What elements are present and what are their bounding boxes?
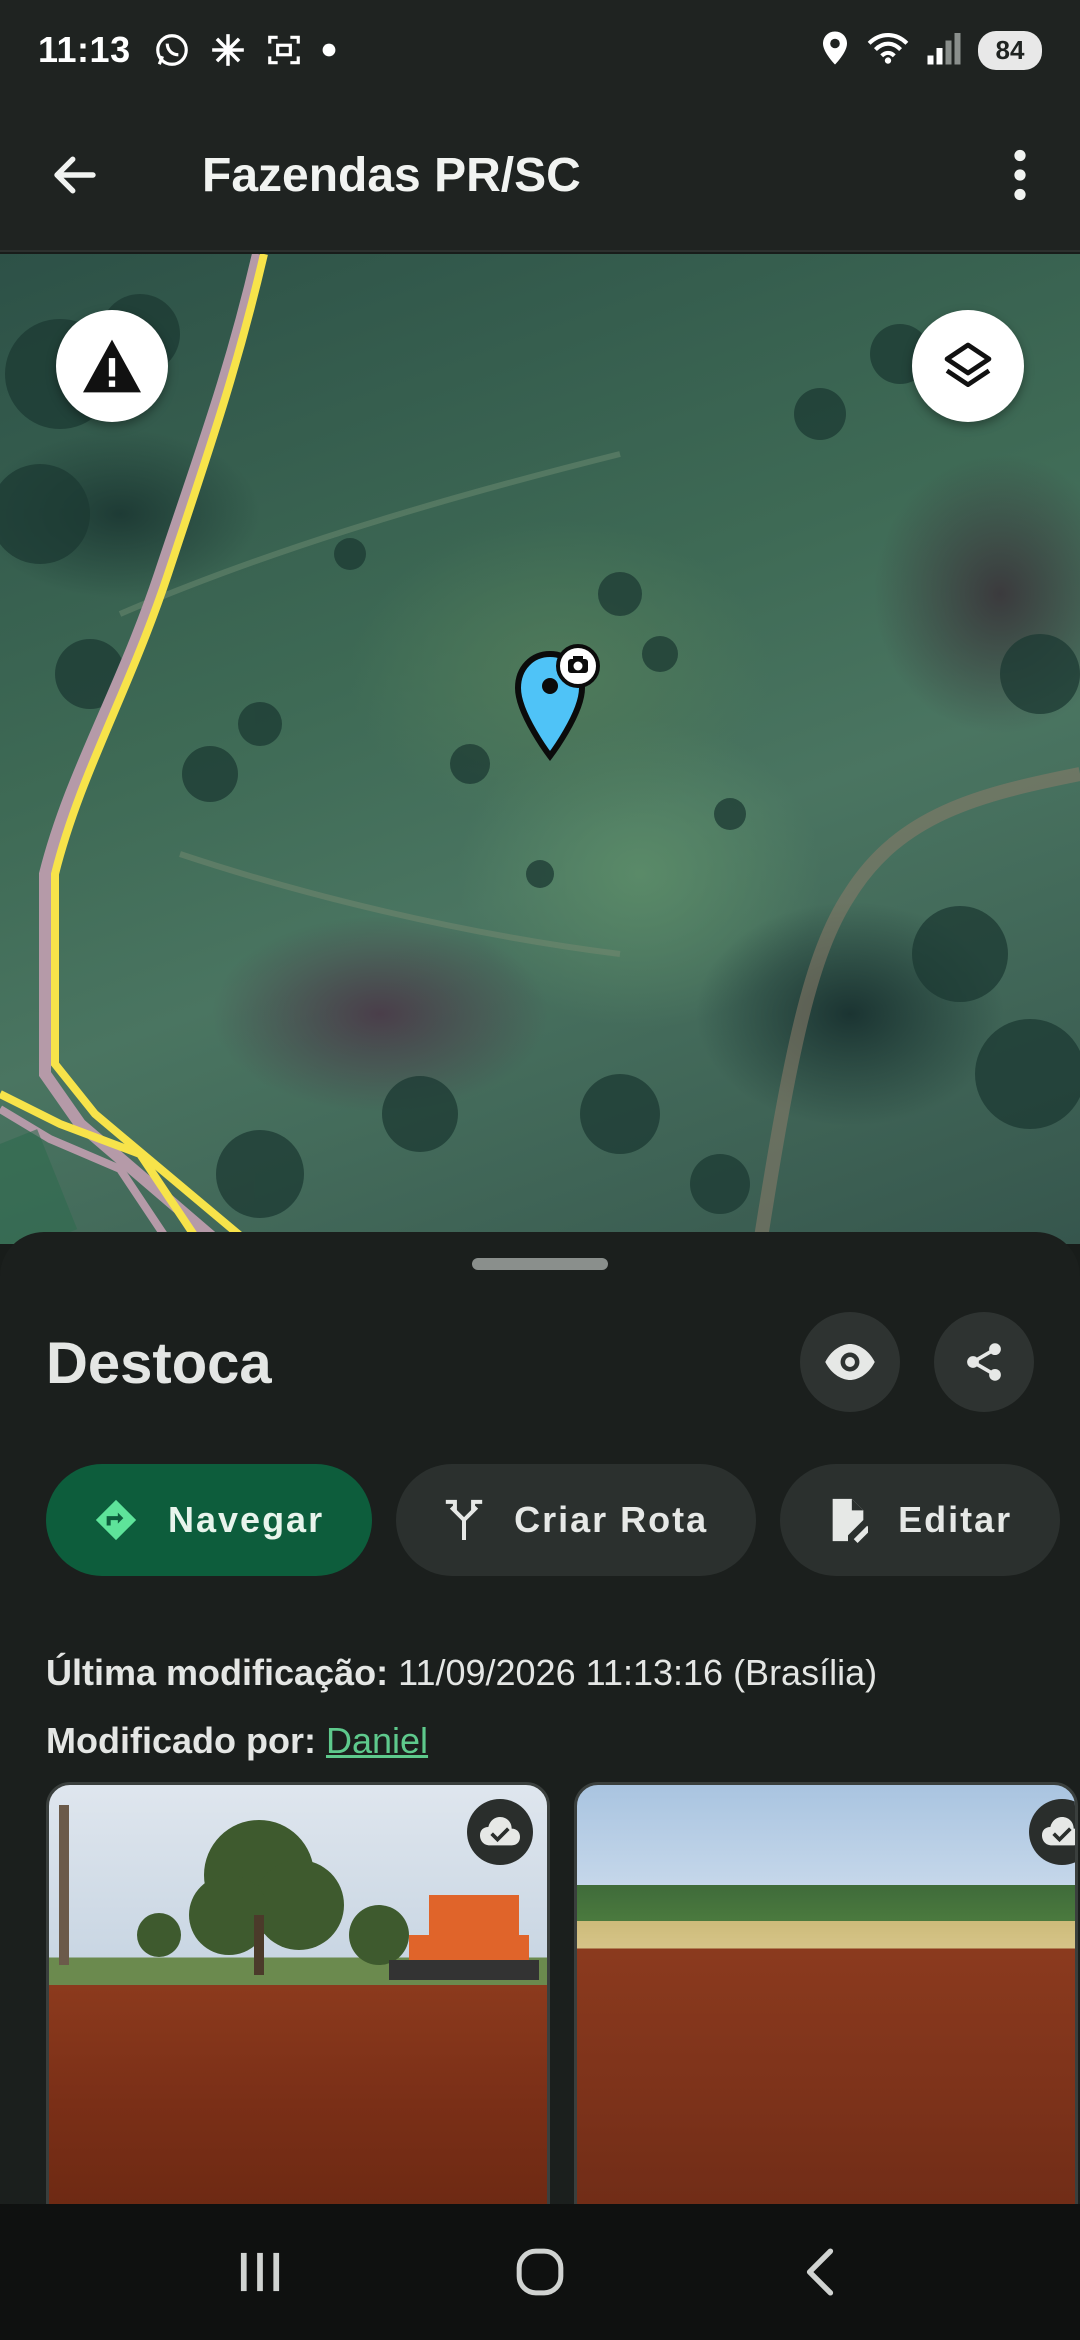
- share-button[interactable]: [934, 1312, 1034, 1412]
- modified-by-link[interactable]: Daniel: [326, 1720, 428, 1761]
- home-icon: [516, 2248, 564, 2296]
- modified-by-line: Modificado por: Daniel: [46, 1720, 428, 1762]
- action-chips: Navegar Criar Rota Editar: [46, 1464, 1061, 1576]
- synced-badge: [1029, 1799, 1075, 1865]
- wifi-icon: [866, 30, 910, 71]
- more-vert-icon: [1014, 149, 1026, 201]
- status-notification-icons: [153, 31, 337, 69]
- photo-thumbnail[interactable]: [46, 1782, 550, 2242]
- photo-gallery[interactable]: [46, 1782, 1078, 2242]
- back-nav-button[interactable]: [760, 2222, 880, 2322]
- dot-icon: [321, 42, 337, 58]
- map-view[interactable]: [0, 254, 1080, 1244]
- cloud-done-icon: [1042, 1817, 1075, 1846]
- system-navigation-bar: [0, 2204, 1080, 2340]
- map-pin-icon: [514, 644, 600, 761]
- app-bar: Fazendas PR/SC: [0, 100, 1080, 252]
- signal-icon: [926, 31, 962, 70]
- modified-by-label: Modificado por:: [46, 1720, 316, 1761]
- status-system-icons: 84: [820, 30, 1042, 71]
- whatsapp-icon: [153, 31, 191, 69]
- page-title: Fazendas PR/SC: [202, 148, 581, 202]
- sparkle-icon: [209, 31, 247, 69]
- chevron-left-icon: [806, 2248, 834, 2296]
- layers-icon: [944, 342, 992, 387]
- fork-route-icon: [444, 1498, 484, 1542]
- edit-button[interactable]: Editar: [780, 1464, 1061, 1576]
- screenshot-icon: [265, 31, 303, 69]
- location-icon: [820, 30, 850, 71]
- cloud-done-icon: [480, 1817, 520, 1846]
- create-route-button[interactable]: Criar Rota: [396, 1464, 757, 1576]
- screen: 11:13 84 Fazendas PR/SC Destoca Navegar …: [0, 0, 1080, 2340]
- warning-button[interactable]: [56, 310, 168, 422]
- navigate-label: Navegar: [168, 1499, 325, 1540]
- back-button[interactable]: [0, 99, 150, 251]
- create-route-label: Criar Rota: [514, 1499, 709, 1540]
- share-icon: [967, 1343, 1001, 1381]
- status-bar: 11:13 84: [0, 0, 1080, 100]
- home-button[interactable]: [480, 2222, 600, 2322]
- last-modified-line: Última modificação: 11/09/2026 11:13:16 …: [46, 1652, 877, 1694]
- edit-document-icon: [828, 1497, 869, 1543]
- place-title: Destoca: [46, 1331, 272, 1396]
- synced-badge: [467, 1799, 533, 1865]
- navigate-button[interactable]: Navegar: [46, 1464, 373, 1576]
- edit-label: Editar: [898, 1499, 1013, 1540]
- last-modified-label: Última modificação:: [46, 1652, 389, 1693]
- arrow-back-icon: [54, 156, 96, 194]
- recent-apps-button[interactable]: [200, 2222, 320, 2322]
- sheet-drag-handle[interactable]: [472, 1258, 608, 1270]
- location-marker[interactable]: [510, 644, 610, 769]
- layers-button[interactable]: [912, 310, 1024, 422]
- photo-thumbnail[interactable]: [574, 1782, 1078, 2242]
- battery-indicator: 84: [978, 30, 1042, 70]
- warning-icon: [83, 339, 141, 393]
- status-time: 11:13: [38, 29, 131, 70]
- recents-icon: [240, 2252, 280, 2292]
- visibility-button[interactable]: [800, 1312, 900, 1412]
- more-options-button[interactable]: [960, 99, 1080, 251]
- eye-icon: [825, 1344, 875, 1380]
- last-modified-value: 11/09/2026 11:13:16 (Brasília): [398, 1652, 878, 1693]
- place-details-sheet[interactable]: Destoca Navegar Criar Rota Editar Última…: [0, 1232, 1080, 2242]
- directions-icon: [94, 1498, 138, 1542]
